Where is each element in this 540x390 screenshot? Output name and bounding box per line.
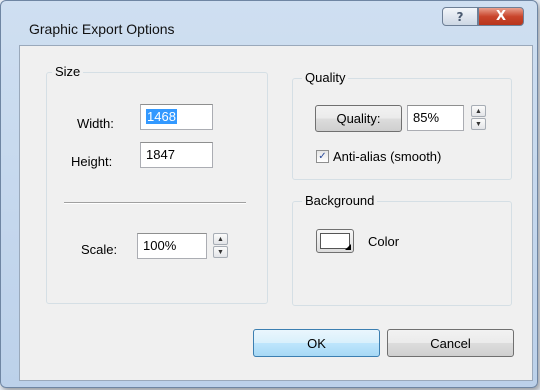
size-group-label: Size <box>52 64 84 79</box>
scale-input[interactable]: 100% <box>137 233 207 259</box>
height-label: Height: <box>71 154 113 169</box>
quality-input[interactable]: 85% <box>407 105 464 131</box>
scale-label: Scale: <box>81 242 118 257</box>
scale-spinner[interactable]: ▲ ▼ <box>213 233 228 259</box>
antialias-label[interactable]: Anti-alias (smooth) <box>333 149 441 164</box>
close-button[interactable]: X <box>478 7 524 26</box>
antialias-checkbox[interactable]: ✓ <box>316 150 329 163</box>
check-icon: ✓ <box>318 151 327 162</box>
width-input[interactable]: 1468 <box>140 104 213 130</box>
color-swatch-button[interactable] <box>316 229 354 253</box>
dialog-window: Graphic Export Options ? X Size Width: 1… <box>0 0 538 388</box>
width-label: Width: <box>77 116 114 131</box>
background-group-label: Background <box>302 193 378 208</box>
background-group <box>292 201 512 306</box>
spin-down-icon[interactable]: ▼ <box>213 246 228 258</box>
quality-group-label: Quality <box>302 70 349 85</box>
help-button[interactable]: ? <box>442 7 478 26</box>
width-value: 1468 <box>146 109 177 124</box>
cancel-button[interactable]: Cancel <box>387 329 514 357</box>
window-title: Graphic Export Options <box>29 21 175 37</box>
height-input[interactable]: 1847 <box>140 142 213 168</box>
color-label: Color <box>368 234 400 249</box>
ok-button[interactable]: OK <box>253 329 380 357</box>
spin-up-icon[interactable]: ▲ <box>471 105 486 117</box>
quality-spinner[interactable]: ▲ ▼ <box>471 105 486 131</box>
spin-up-icon[interactable]: ▲ <box>213 233 228 245</box>
dropdown-corner-icon <box>345 244 351 250</box>
quality-button[interactable]: Quality: <box>315 105 402 132</box>
size-separator <box>64 202 246 204</box>
spin-down-icon[interactable]: ▼ <box>471 118 486 130</box>
dialog-client-area: Size Width: 1468 Height: 1847 Scale: 100… <box>19 45 533 381</box>
